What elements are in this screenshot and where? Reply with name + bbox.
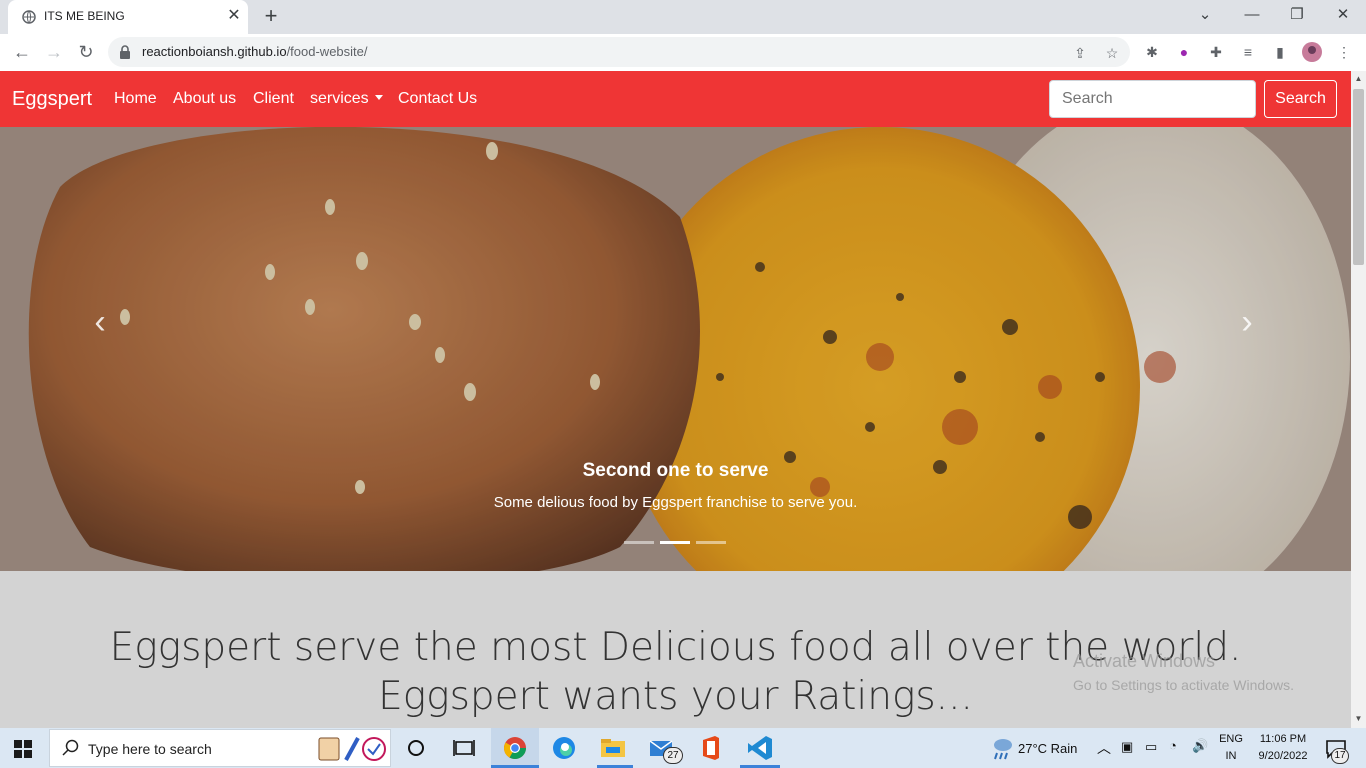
share-icon[interactable]: ⇪	[1070, 43, 1090, 63]
site-search-input[interactable]	[1049, 80, 1256, 118]
scroll-up-arrow-icon[interactable]: ▲	[1351, 71, 1366, 86]
office-icon[interactable]	[695, 732, 727, 764]
wifi-icon[interactable]: ◔	[1169, 738, 1177, 753]
nav-client[interactable]: Client	[253, 90, 294, 108]
address-bar[interactable]: reactionboiansh.github.io/food-website/ …	[108, 37, 1130, 67]
scrollbar-thumb[interactable]	[1353, 89, 1364, 265]
browser-tab[interactable]: ITS ME BEING ✕	[8, 0, 248, 34]
nav-home[interactable]: Home	[114, 90, 157, 108]
section-headline: Eggspert serve the most Delicious food a…	[109, 625, 1242, 719]
carousel-caption-text: Some delious food by Eggspert franchise …	[493, 494, 858, 511]
close-window-button[interactable]: ✕	[1331, 4, 1355, 28]
scroll-down-arrow-icon[interactable]: ▼	[1351, 711, 1366, 726]
chrome-taskbar-item[interactable]	[491, 728, 539, 768]
carousel-indicators	[624, 541, 728, 545]
forward-button[interactable]: →	[42, 40, 66, 64]
brand-logo[interactable]: Eggspert	[12, 88, 92, 111]
nav-contact-us[interactable]: Contact Us	[398, 90, 477, 108]
bug-extension-icon[interactable]: ✱	[1142, 42, 1162, 62]
lock-icon	[120, 45, 130, 59]
back-button[interactable]: ←	[10, 40, 34, 64]
page-scrollbar[interactable]: ▲ ▼	[1351, 71, 1366, 728]
nav-about-us[interactable]: About us	[173, 90, 236, 108]
new-tab-button[interactable]: +	[259, 5, 283, 29]
chrome-icon	[504, 737, 526, 759]
site-navbar: Eggspert Home About us Client services C…	[0, 71, 1351, 127]
clock-date[interactable]: 9/20/2022	[1252, 750, 1314, 762]
caret-down-icon	[374, 95, 383, 100]
globe-icon	[22, 10, 36, 24]
mail-badge: 27	[663, 747, 683, 764]
menu-kebab-icon[interactable]: ⋮	[1334, 42, 1354, 62]
task-view-icon[interactable]	[448, 732, 480, 764]
bookmark-star-icon[interactable]: ☆	[1102, 43, 1122, 63]
minimize-button[interactable]: —	[1240, 4, 1264, 28]
language-primary[interactable]: ENG	[1214, 733, 1248, 745]
taskbar-search-placeholder: Type here to search	[88, 741, 212, 757]
clock-time[interactable]: 11:06 PM	[1252, 733, 1314, 745]
browser-toolbar: ← → ↻ reactionboiansh.github.io/food-web…	[0, 34, 1366, 71]
notifications-badge: 17	[1331, 748, 1349, 764]
nav-services-dropdown[interactable]: services	[310, 90, 383, 108]
tab-close-icon[interactable]: ✕	[224, 6, 244, 26]
taskbar-search-box[interactable]: Type here to search	[49, 729, 391, 767]
windows-taskbar: Type here to search 27 27°C Rain ︿ ▣ ▭ ◔…	[0, 728, 1366, 768]
side-panel-icon[interactable]: ▮	[1270, 42, 1290, 62]
extension-circle-icon[interactable]: ●	[1174, 42, 1194, 62]
hero-carousel: ‹ › Second one to serve Some delious foo…	[0, 127, 1351, 571]
windows-start-icon[interactable]	[14, 740, 32, 758]
restore-button[interactable]: ❐	[1285, 4, 1309, 28]
carousel-next-icon[interactable]: ›	[1227, 302, 1267, 342]
battery-icon[interactable]: ▭	[1145, 739, 1157, 755]
tray-chevron-up-icon[interactable]: ︿	[1097, 738, 1111, 758]
volume-icon[interactable]: 🔊	[1192, 738, 1208, 754]
weather-text[interactable]: 27°C Rain	[1018, 741, 1077, 756]
tab-title: ITS ME BEING	[44, 9, 125, 23]
tray-device-icon[interactable]: ▣	[1121, 739, 1133, 755]
vscode-icon[interactable]	[744, 732, 776, 764]
browser-tab-strip: ITS ME BEING ✕ + ⌄ — ❐ ✕	[0, 0, 1366, 34]
activate-windows-text: Go to Settings to activate Windows.	[1073, 677, 1294, 693]
edge-icon[interactable]	[548, 732, 580, 764]
cortana-icon[interactable]	[400, 732, 432, 764]
extensions-puzzle-icon[interactable]: ✚	[1206, 42, 1226, 62]
site-search-button[interactable]: Search	[1264, 80, 1337, 118]
carousel-indicator[interactable]	[696, 541, 726, 544]
carousel-prev-icon[interactable]: ‹	[80, 302, 120, 342]
profile-avatar[interactable]	[1302, 42, 1322, 62]
intro-section: Eggspert serve the most Delicious food a…	[0, 571, 1351, 728]
search-highlight-icon	[318, 737, 386, 761]
url-text: reactionboiansh.github.io/food-website/	[142, 44, 368, 59]
file-explorer-icon[interactable]	[597, 732, 629, 764]
activate-windows-title: Activate Windows	[1073, 651, 1216, 671]
search-icon	[62, 739, 79, 756]
carousel-indicator[interactable]	[660, 541, 690, 544]
tab-search-chevron-icon[interactable]: ⌄	[1193, 4, 1217, 28]
carousel-indicator[interactable]	[624, 541, 654, 544]
reload-button[interactable]: ↻	[74, 40, 98, 64]
weather-rain-icon[interactable]	[986, 732, 1018, 764]
language-region[interactable]: IN	[1214, 750, 1248, 762]
carousel-caption-title: Second one to serve	[582, 460, 769, 481]
media-queue-icon[interactable]: ≡	[1238, 42, 1258, 62]
